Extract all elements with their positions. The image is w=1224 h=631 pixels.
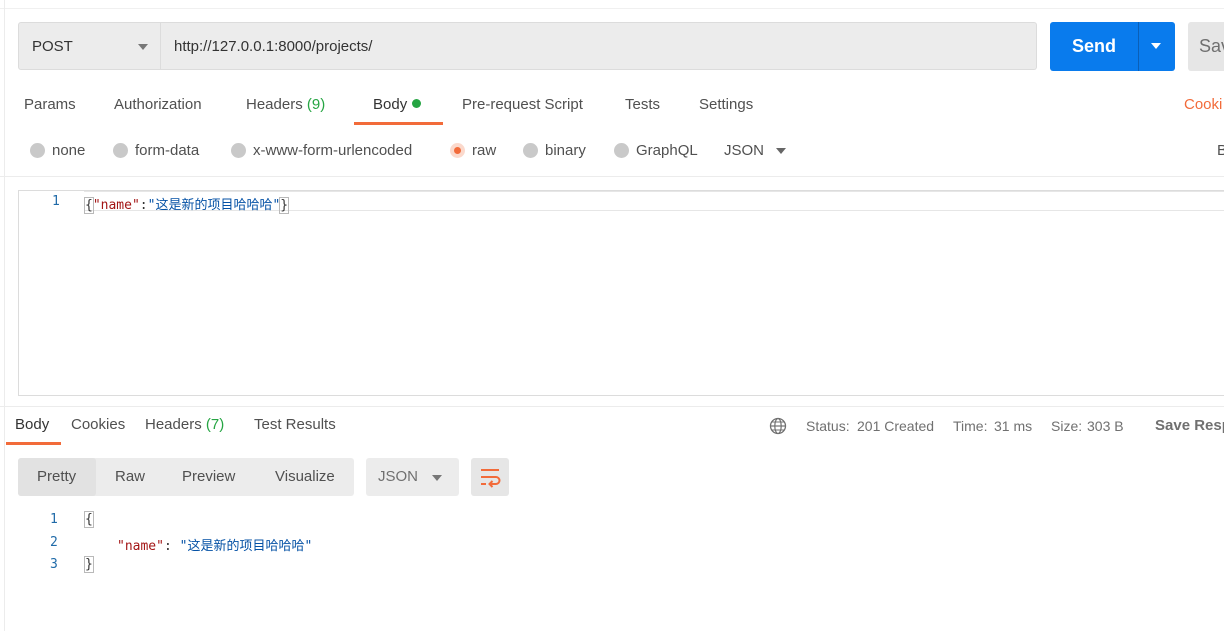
response-format-select[interactable]: JSON xyxy=(366,458,459,496)
radio-graphql-label[interactable]: GraphQL xyxy=(636,142,698,159)
radio-none[interactable] xyxy=(30,143,45,158)
cookies-link[interactable]: Cooki xyxy=(1184,96,1222,113)
radio-binary[interactable] xyxy=(523,143,538,158)
json-colon: : xyxy=(163,539,180,554)
chevron-down-icon xyxy=(138,44,148,50)
json-open-brace: { xyxy=(84,511,94,528)
wrap-lines-button[interactable] xyxy=(471,458,509,496)
view-visualize-button[interactable]: Visualize xyxy=(275,468,335,485)
chevron-down-icon xyxy=(1151,43,1161,49)
response-tab-body[interactable]: Body xyxy=(15,416,49,433)
tab-tests[interactable]: Tests xyxy=(625,96,660,113)
json-close-brace: } xyxy=(279,197,290,214)
active-tab-underline xyxy=(354,122,443,125)
view-pretty-button[interactable]: Pretty xyxy=(37,468,76,485)
line-number: 3 xyxy=(50,557,58,572)
radio-binary-label[interactable]: binary xyxy=(545,142,586,159)
request-body-line[interactable]: {"name":"这是新的项目哈哈哈"} xyxy=(84,194,290,214)
save-response-button[interactable]: Save Resp xyxy=(1155,417,1224,434)
method-label: POST xyxy=(32,38,73,55)
beautify-link[interactable]: B xyxy=(1217,142,1224,159)
line-number: 2 xyxy=(50,535,58,550)
time-value[interactable]: 31 ms xyxy=(994,418,1032,434)
chevron-down-icon[interactable] xyxy=(776,148,786,154)
json-value: "这是新的项目哈哈哈" xyxy=(179,539,313,554)
json-colon: : xyxy=(139,198,148,213)
send-button[interactable]: Send xyxy=(1050,22,1138,71)
line-number: 1 xyxy=(52,194,60,209)
globe-icon[interactable] xyxy=(769,417,787,435)
response-tab-test-results[interactable]: Test Results xyxy=(254,416,336,433)
size-value[interactable]: 303 B xyxy=(1087,418,1124,434)
response-format-label: JSON xyxy=(378,468,419,485)
radio-raw-label[interactable]: raw xyxy=(472,142,496,159)
response-tab-headers[interactable]: Headers (7) xyxy=(145,416,224,433)
body-format-select[interactable]: JSON xyxy=(724,142,764,159)
radio-urlencoded-label[interactable]: x-www-form-urlencoded xyxy=(253,142,412,159)
top-border xyxy=(0,0,1224,9)
response-tab-headers-label: Headers xyxy=(145,416,202,433)
divider xyxy=(0,406,1224,407)
active-response-tab-underline xyxy=(6,442,61,445)
json-value: "这是新的项目哈哈哈" xyxy=(147,198,281,213)
tab-headers-label: Headers xyxy=(246,96,303,113)
response-tab-cookies[interactable]: Cookies xyxy=(71,416,125,433)
view-preview-button[interactable]: Preview xyxy=(182,468,235,485)
tab-body[interactable]: Body xyxy=(373,96,422,113)
send-options-button[interactable] xyxy=(1138,22,1175,71)
tab-prerequest-script[interactable]: Pre-request Script xyxy=(462,96,583,113)
tab-settings[interactable]: Settings xyxy=(699,96,753,113)
line-number: 1 xyxy=(50,512,58,527)
view-raw-button[interactable]: Raw xyxy=(115,468,145,485)
wrap-lines-icon xyxy=(481,469,501,488)
response-body-line: "name": "这是新的项目哈哈哈" xyxy=(117,535,312,554)
headers-count: (9) xyxy=(306,96,326,113)
body-indicator-dot xyxy=(412,99,422,108)
left-border xyxy=(4,0,5,631)
response-headers-count: (7) xyxy=(205,416,225,433)
json-open-brace: { xyxy=(84,197,94,214)
method-select[interactable]: POST xyxy=(18,22,161,70)
radio-urlencoded[interactable] xyxy=(231,143,246,158)
request-body-editor[interactable] xyxy=(18,190,1224,396)
json-close-brace: } xyxy=(84,556,94,573)
radio-form-data[interactable] xyxy=(113,143,128,158)
radio-none-label[interactable]: none xyxy=(52,142,85,159)
json-key: "name" xyxy=(117,539,164,554)
radio-form-data-label[interactable]: form-data xyxy=(135,142,199,159)
tab-authorization[interactable]: Authorization xyxy=(114,96,202,113)
status-label: Status: xyxy=(806,418,850,434)
chevron-down-icon xyxy=(432,475,442,481)
divider xyxy=(0,176,1224,177)
status-value[interactable]: 201 Created xyxy=(857,418,934,434)
size-label: Size: xyxy=(1051,418,1083,434)
radio-graphql[interactable] xyxy=(614,143,629,158)
tab-headers[interactable]: Headers (9) xyxy=(246,96,325,113)
save-button[interactable]: Sav xyxy=(1188,22,1224,71)
radio-raw[interactable] xyxy=(450,143,465,158)
tab-body-label: Body xyxy=(373,96,408,113)
json-key: "name" xyxy=(92,198,140,213)
url-value: http://127.0.0.1:8000/projects/ xyxy=(174,38,373,55)
url-input[interactable]: http://127.0.0.1:8000/projects/ xyxy=(161,22,1037,70)
tab-params[interactable]: Params xyxy=(24,96,76,113)
time-label: Time: xyxy=(953,418,988,434)
